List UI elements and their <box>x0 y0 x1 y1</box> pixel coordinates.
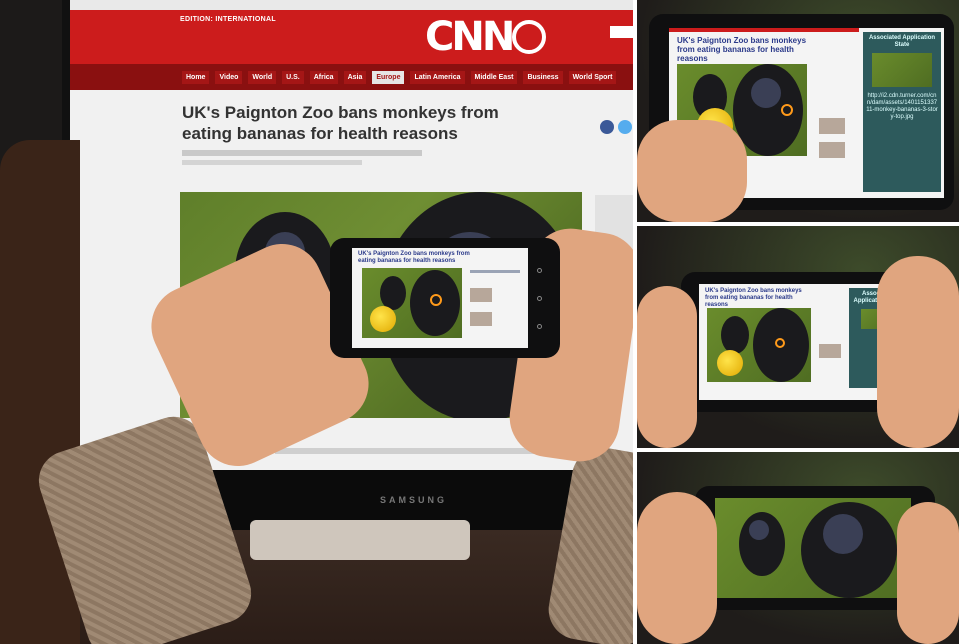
mini-thumb <box>470 288 492 302</box>
byline-date <box>182 160 362 165</box>
monkey-large-face <box>823 514 863 554</box>
hand <box>637 286 697 448</box>
yellow-marker <box>370 306 396 332</box>
app-state-title: Associated Application State <box>868 35 936 48</box>
hand <box>637 120 747 222</box>
monitor-brand: SAMSUNG <box>380 495 448 505</box>
app-state-thumbnail <box>872 53 932 87</box>
mini-headline: UK's Paignton Zoo bans monkeys from eati… <box>705 288 802 308</box>
phone: UK's Paignton Zoo bans monkeys from eati… <box>330 238 560 358</box>
side-panel-2: UK's Paignton Zoo bans monkeys from eati… <box>637 226 959 448</box>
orange-ring-marker <box>775 338 785 348</box>
mini-thumb <box>819 118 845 134</box>
phone-screen: UK's Paignton Zoo bans monkeys from eati… <box>352 248 528 348</box>
cnn-header: EDITION: INTERNATIONAL CNN <box>70 0 633 64</box>
monitor-stand <box>250 520 470 560</box>
mini-cnn-bar <box>669 28 859 32</box>
cnn-logo: CNN <box>425 14 515 60</box>
phone-button <box>537 296 542 301</box>
mini-thumb <box>470 312 492 326</box>
yellow-marker <box>717 350 743 376</box>
hand <box>877 256 959 448</box>
orange-ring-marker <box>430 294 442 306</box>
monkey-large-face <box>751 78 781 108</box>
nav-item: World Sport <box>568 70 617 84</box>
edition-label: EDITION: INTERNATIONAL <box>180 16 276 23</box>
mini-headline: UK's Paignton Zoo bans monkeys from eati… <box>358 251 470 264</box>
nav-item: Video <box>215 70 243 84</box>
side-panel-3 <box>637 452 959 644</box>
app-state-url: http://i2.cdn.turner.com/cnn/dam/assets/… <box>866 93 938 120</box>
hand <box>637 492 717 644</box>
nav-item: Africa <box>309 70 338 84</box>
mini-headline: UK's Paignton Zoo bans monkeys from eati… <box>677 36 807 63</box>
monkey-small-face <box>749 520 769 540</box>
nav-item: Home <box>182 70 210 84</box>
monkey-small <box>721 316 749 354</box>
nav-item: Asia <box>343 70 367 84</box>
mini-thumb <box>819 142 845 158</box>
globe-icon <box>512 20 546 54</box>
nav-item: U.S. <box>282 70 304 84</box>
phone-button <box>537 324 542 329</box>
monkey-small <box>380 276 406 310</box>
twitter-icon <box>618 120 632 134</box>
app-state-box: Associated Application State http://i2.c… <box>863 32 941 192</box>
phone-screen-photo <box>715 498 911 598</box>
nav-item: World <box>248 70 277 84</box>
article-headline: UK's Paignton Zoo bans monkeys from eati… <box>182 103 499 143</box>
nav-item-active: Europe <box>372 70 405 84</box>
main-photo: EDITION: INTERNATIONAL CNN Home Video Wo… <box>0 0 633 644</box>
share-column <box>600 108 633 168</box>
nav-item: Middle East <box>470 70 518 84</box>
side-panel-1: UK's Paignton Zoo bans monkeys from eati… <box>637 0 959 222</box>
mini-article-photo <box>707 308 811 382</box>
browser-address-bar <box>70 0 633 10</box>
article-text-line <box>275 448 565 454</box>
cnn-nav: Home Video World U.S. Africa Asia Europe… <box>70 64 633 90</box>
search-input <box>610 26 633 38</box>
phone-button <box>537 268 542 273</box>
orange-ring-marker <box>781 104 793 116</box>
nav-item: Business <box>523 70 563 84</box>
nav-item: Latin America <box>410 70 465 84</box>
mini-line <box>470 270 520 273</box>
mini-thumb <box>819 344 841 358</box>
facebook-icon <box>600 120 614 134</box>
hand <box>897 502 959 644</box>
mini-article-photo <box>362 268 462 338</box>
byline <box>182 150 422 156</box>
